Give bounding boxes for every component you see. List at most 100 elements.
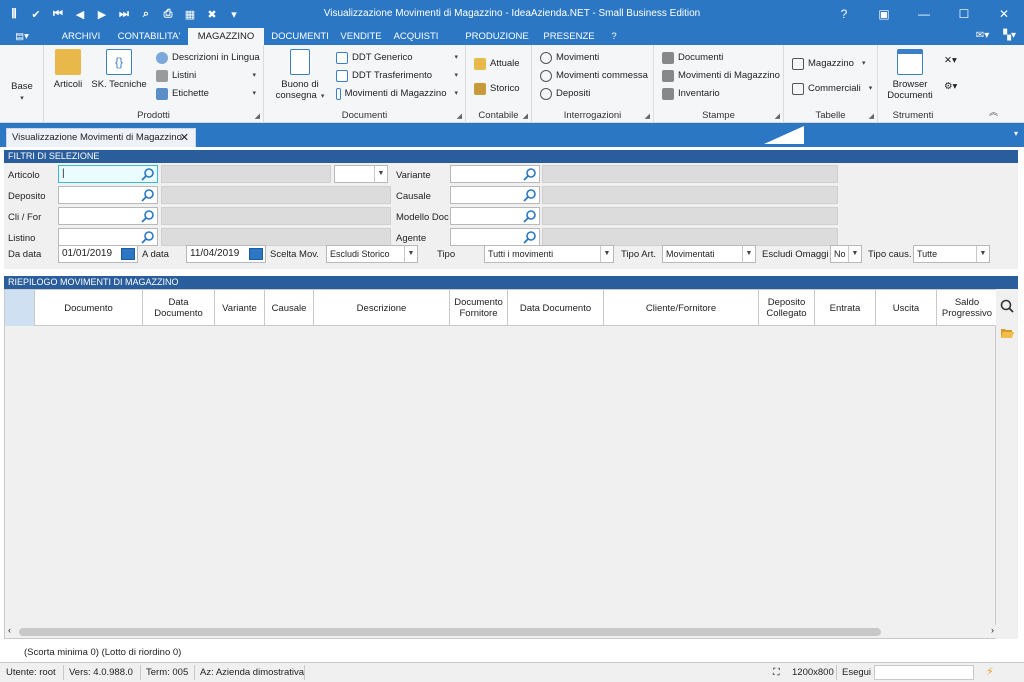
articolo-input[interactable]: |	[58, 165, 158, 183]
interrogazioni-movimenti-button[interactable]: Movimenti	[540, 50, 599, 66]
stampe-launcher-icon[interactable]: ◢	[775, 112, 780, 120]
browser-documenti-button[interactable]: Browser Documenti	[882, 49, 938, 101]
documenti-launcher-icon[interactable]: ◢	[457, 112, 462, 120]
tab-contabilita[interactable]: CONTABILITA'	[112, 28, 186, 45]
chevron-down-icon[interactable]: ▼	[742, 246, 755, 262]
deposito-input[interactable]	[58, 186, 158, 204]
interrogazioni-launcher-icon[interactable]: ◢	[645, 112, 650, 120]
tab-list-icon[interactable]: ▾	[1014, 129, 1018, 138]
col-data-documento-2[interactable]: Data Documento	[508, 290, 604, 326]
chevron-down-icon[interactable]: ▼	[404, 246, 417, 262]
tab-documenti[interactable]: DOCUMENTI	[268, 28, 332, 45]
chevron-down-icon[interactable]: ▼	[848, 246, 861, 262]
esegui-input[interactable]	[874, 665, 974, 680]
folder-open-icon[interactable]	[1000, 327, 1014, 339]
search-icon[interactable]	[523, 188, 537, 202]
col-uscita[interactable]: Uscita	[876, 290, 937, 326]
col-documento[interactable]: Documento	[35, 290, 143, 326]
settings-icon[interactable]: ⚙▾	[944, 79, 957, 95]
listini-button[interactable]: Listini ▾	[156, 68, 256, 84]
tabelle-commerciali-button[interactable]: Commerciali ▾	[792, 81, 872, 97]
app-button-icon[interactable]: ▤▾	[8, 28, 36, 45]
calendar-icon[interactable]	[121, 248, 135, 260]
tab-produzione[interactable]: PRODUZIONE	[464, 28, 530, 45]
prodotti-launcher-icon[interactable]: ◢	[255, 112, 260, 120]
close-tab-icon[interactable]: ✕	[180, 129, 189, 147]
select-all-cell[interactable]	[5, 290, 35, 326]
tab-help[interactable]: ?	[606, 28, 622, 45]
search-icon[interactable]	[141, 167, 155, 181]
inventario-button[interactable]: Inventario	[662, 86, 720, 102]
a-data-input[interactable]: 11/04/2019	[186, 245, 266, 263]
cli-for-input[interactable]	[58, 207, 158, 225]
help-button[interactable]: ?	[824, 0, 864, 28]
sk-tecniche-button[interactable]: {} SK. Tecniche	[90, 49, 148, 90]
scroll-right-icon[interactable]: ›	[991, 625, 994, 635]
articolo-combo[interactable]: ▼	[334, 165, 388, 183]
scrollbar-thumb[interactable]	[19, 628, 881, 636]
col-deposito-collegato[interactable]: Deposito Collegato	[759, 290, 815, 326]
chevron-down-icon[interactable]: ▼	[374, 166, 387, 182]
da-data-input[interactable]: 01/01/2019	[58, 245, 138, 263]
tipo-caus-select[interactable]: Tutte ▼	[913, 245, 990, 263]
listino-input[interactable]	[58, 228, 158, 246]
modello-doc-input[interactable]	[450, 207, 540, 225]
col-documento-fornitore[interactable]: Documento Fornitore	[450, 290, 508, 326]
search-icon[interactable]	[141, 188, 155, 202]
storico-button[interactable]: Storico	[474, 81, 520, 97]
col-entrata[interactable]: Entrata	[815, 290, 876, 326]
lightning-icon[interactable]: ⚡	[986, 665, 994, 678]
tab-magazzino[interactable]: MAGAZZINO	[188, 28, 264, 45]
col-cliente-fornitore[interactable]: Cliente/Fornitore	[604, 290, 759, 326]
stampe-movimenti-button[interactable]: Movimenti di Magazzino	[662, 68, 780, 84]
tipo-select[interactable]: Tutti i movimenti ▼	[484, 245, 614, 263]
descrizioni-lingua-button[interactable]: Descrizioni in Lingua	[156, 50, 260, 66]
base-button[interactable]: Base ▾	[6, 81, 38, 104]
movements-grid[interactable]: Documento Data Documento Variante Causal…	[4, 289, 997, 639]
tabelle-magazzino-button[interactable]: Magazzino ▾	[792, 56, 865, 72]
ribbon-display-icon[interactable]: ▣	[864, 0, 904, 28]
tab-vendite[interactable]: VENDITE	[338, 28, 384, 45]
col-variante[interactable]: Variante	[215, 290, 265, 326]
depositi-button[interactable]: Depositi	[540, 86, 590, 102]
chevron-down-icon[interactable]: ▼	[976, 246, 989, 262]
buono-consegna-button[interactable]: Buono di consegna ▾	[272, 49, 328, 102]
resize-icon[interactable]: ⛶	[773, 667, 780, 678]
layout-icon[interactable]: ▚▾	[1003, 30, 1016, 41]
etichette-button[interactable]: Etichette ▾	[156, 86, 256, 102]
search-icon[interactable]	[141, 230, 155, 244]
search-icon[interactable]	[1000, 299, 1014, 313]
escludi-omaggi-select[interactable]: No ▼	[830, 245, 862, 263]
tab-archivi[interactable]: ARCHIVI	[54, 28, 108, 45]
search-icon[interactable]	[523, 230, 537, 244]
tab-presenze[interactable]: PRESENZE	[542, 28, 596, 45]
contabile-launcher-icon[interactable]: ◢	[523, 112, 528, 120]
variante-input[interactable]	[450, 165, 540, 183]
attuale-button[interactable]: Attuale	[474, 56, 520, 72]
stampe-documenti-button[interactable]: Documenti	[662, 50, 723, 66]
tab-acquisti[interactable]: ACQUISTI	[390, 28, 442, 45]
document-tab[interactable]: Visualizzazione Movimenti di Magazzino ✕	[6, 128, 196, 147]
mail-icon[interactable]: ✉▾	[976, 30, 989, 41]
scroll-left-icon[interactable]: ‹	[8, 625, 11, 635]
minimize-button[interactable]: —	[904, 0, 944, 28]
causale-input[interactable]	[450, 186, 540, 204]
col-descrizione[interactable]: Descrizione	[314, 290, 450, 326]
calendar-icon[interactable]	[249, 248, 263, 260]
movimenti-magazzino-button[interactable]: Movimenti di Magazzino ▾	[336, 86, 458, 102]
movimenti-commessa-button[interactable]: Movimenti commessa	[540, 68, 648, 84]
col-data-documento[interactable]: Data Documento	[143, 290, 215, 326]
horizontal-scrollbar[interactable]: ‹ ›	[5, 625, 997, 638]
tabelle-launcher-icon[interactable]: ◢	[869, 112, 874, 120]
chevron-down-icon[interactable]: ▼	[600, 246, 613, 262]
search-icon[interactable]	[141, 209, 155, 223]
collapse-ribbon-icon[interactable]: ︽	[989, 105, 998, 118]
col-saldo-progressivo[interactable]: Saldo Progressivo	[937, 290, 997, 326]
search-icon[interactable]	[523, 167, 537, 181]
articoli-button[interactable]: Articoli	[50, 49, 86, 90]
col-causale[interactable]: Causale	[265, 290, 314, 326]
search-icon[interactable]	[523, 209, 537, 223]
agente-input[interactable]	[450, 228, 540, 246]
close-button[interactable]: ✕	[984, 0, 1024, 28]
ddt-generico-button[interactable]: DDT Generico ▾	[336, 50, 458, 66]
